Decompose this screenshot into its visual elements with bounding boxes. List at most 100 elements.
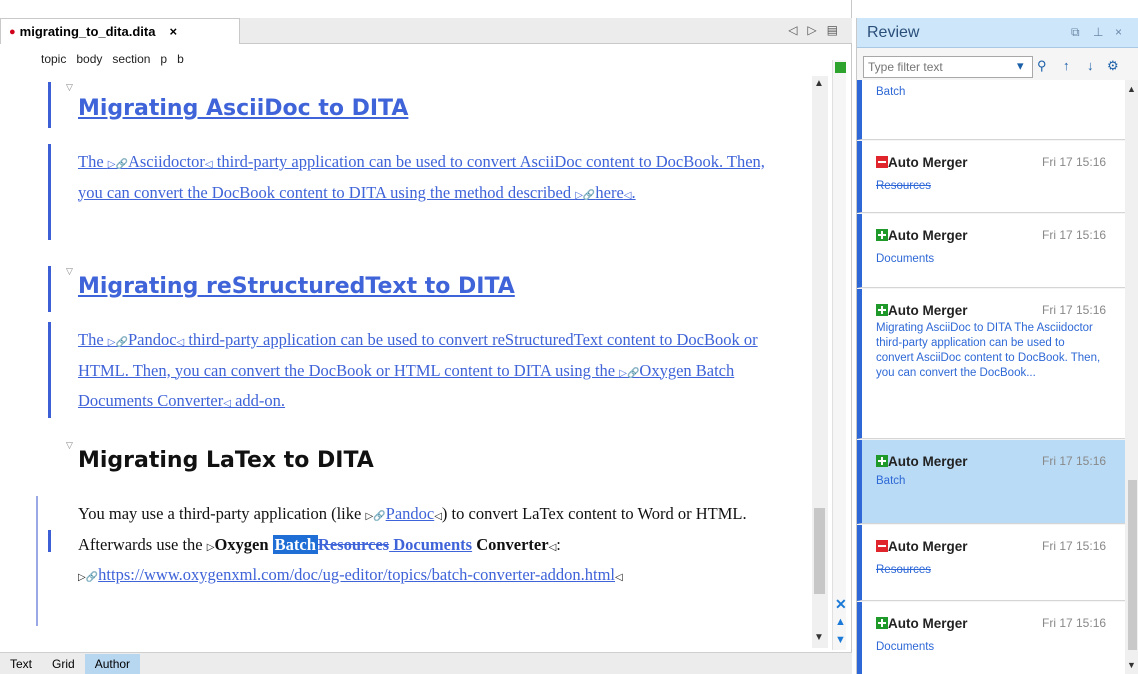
change-timestamp: Fri 17 15:16 (1042, 616, 1107, 630)
change-timestamp: Fri 17 15:16 (1042, 454, 1107, 468)
restore-icon[interactable]: ⧉ (1071, 25, 1080, 40)
url-link[interactable]: https://www.oxygenxml.com/doc/ug-editor/… (98, 565, 615, 584)
scroll-thumb[interactable] (1128, 480, 1137, 650)
xref-link[interactable]: Pandoc (386, 504, 435, 523)
previous-tab-icon[interactable]: ◁ (788, 23, 797, 37)
tab-text-mode[interactable]: Text (0, 654, 42, 674)
search-icon[interactable]: ⚲ (1037, 58, 1047, 74)
review-scrollbar[interactable]: ▲ ▼ (1125, 80, 1138, 674)
section-paragraph: The ▷🔗Asciidoctor◁ third-party applicati… (78, 152, 765, 202)
inserted-text[interactable]: Documents (389, 535, 472, 554)
change-author: Auto Merger (888, 303, 968, 318)
tab-list-icon[interactable]: ▤ (827, 23, 838, 37)
scroll-up-icon[interactable]: ▲ (1127, 84, 1136, 94)
pin-icon[interactable]: ⊥ (1093, 25, 1103, 39)
scroll-down-icon[interactable]: ▼ (814, 632, 824, 643)
list-item[interactable]: Auto Merger Fri 17 15:16 Documents (857, 214, 1125, 288)
change-author: Auto Merger (888, 155, 968, 170)
section-heading: Migrating AsciiDoc to DITA (78, 96, 409, 121)
change-author: Auto Merger (888, 539, 968, 554)
section-paragraph: The ▷🔗Pandoc◁ third-party application ca… (78, 330, 758, 410)
previous-change-icon[interactable]: ▲ (835, 616, 846, 628)
selected-inserted-text[interactable]: Batch (272, 534, 318, 554)
breadcrumb-item-section[interactable]: section (112, 52, 150, 66)
breadcrumb-item-p[interactable]: p (160, 52, 167, 66)
collapse-triangle-icon[interactable]: ▽ (66, 266, 73, 277)
xref-link[interactable]: Pandoc (128, 330, 177, 349)
review-header: Review ⧉ ⊥ × (857, 18, 1138, 48)
filter-input[interactable] (863, 56, 1033, 78)
section-paragraph: You may use a third-party application (l… (78, 504, 747, 584)
next-change-arrow-icon[interactable]: ↓ (1087, 58, 1094, 73)
collapse-triangle-icon[interactable]: ▽ (66, 82, 73, 93)
change-bar (48, 144, 51, 240)
review-panel: Review ⧉ ⊥ × ▾ ⚲ ↑ ↓ ⚙ Batch Auto Merger… (856, 18, 1138, 674)
close-tab-icon[interactable]: × (169, 24, 177, 39)
change-bar (48, 266, 51, 312)
editor-tab-bar: ● migrating_to_dita.dita × ◁ ▷ ▤ (0, 18, 852, 44)
close-icon[interactable]: × (1115, 25, 1122, 39)
deleted-text[interactable]: Resources (318, 535, 389, 554)
list-item[interactable]: Auto Merger Fri 17 15:16 Resources (857, 141, 1125, 213)
list-item[interactable]: Auto Merger Fri 17 15:16 Migrating Ascii… (857, 289, 1125, 439)
xref-marker-icon: ▷🔗 (78, 572, 99, 583)
tab-grid-mode[interactable]: Grid (42, 654, 85, 674)
editing-mode-tabs: Text Grid Author (0, 652, 852, 674)
change-content: Documents (876, 641, 935, 653)
xref-marker-icon: ▷🔗 (575, 189, 596, 201)
change-bar (36, 496, 38, 626)
editor-vertical-scrollbar[interactable]: ▲ ▼ (812, 76, 828, 648)
list-item[interactable]: Batch (857, 80, 1125, 140)
change-content: Migrating AsciiDoc to DITA The Asciidoct… (876, 322, 1101, 379)
change-bar (48, 322, 51, 418)
insertion-icon (876, 304, 888, 316)
bold-text: Oxygen (214, 534, 273, 554)
deletion-icon (876, 156, 888, 168)
change-author: Auto Merger (888, 228, 968, 243)
breadcrumb-item-topic[interactable]: topic (41, 52, 66, 66)
tab-navigation: ◁ ▷ ▤ (788, 23, 838, 37)
collapse-triangle-icon[interactable]: ▽ (66, 440, 73, 451)
next-change-icon[interactable]: ▼ (835, 634, 846, 646)
scroll-thumb[interactable] (814, 508, 825, 594)
change-content: Resources (876, 564, 931, 576)
next-tab-icon[interactable]: ▷ (807, 23, 816, 37)
review-change-list: Batch Auto Merger Fri 17 15:16 Resources… (857, 80, 1125, 674)
list-item[interactable]: Auto Merger Fri 17 15:16 Resources (857, 525, 1125, 601)
change-author: Auto Merger (888, 454, 968, 469)
insertion-icon (876, 229, 888, 241)
document-status-icon (835, 62, 846, 73)
reject-change-icon[interactable]: ✕ (835, 596, 847, 613)
bold-text: Converter (472, 534, 549, 554)
xref-link[interactable]: here (595, 183, 623, 202)
tab-author-mode[interactable]: Author (84, 653, 141, 674)
section-heading: Migrating reStructuredText to DITA (78, 274, 515, 299)
breadcrumb-item-body[interactable]: body (76, 52, 102, 66)
change-timestamp: Fri 17 15:16 (1042, 155, 1107, 169)
document-tab[interactable]: ● migrating_to_dita.dita × (0, 18, 240, 44)
section-heading: Migrating LaTex to DITA (78, 448, 374, 473)
scroll-up-icon[interactable]: ▲ (814, 78, 824, 89)
document-tab-label: migrating_to_dita.dita (19, 24, 156, 39)
change-author: Auto Merger (888, 616, 968, 631)
breadcrumb-item-b[interactable]: b (177, 52, 184, 66)
review-title: Review (867, 24, 920, 41)
previous-change-arrow-icon[interactable]: ↑ (1063, 58, 1070, 73)
change-timestamp: Fri 17 15:16 (1042, 539, 1107, 553)
list-item[interactable]: Auto Merger Fri 17 15:16 Documents (857, 602, 1125, 674)
change-bar (48, 82, 51, 128)
list-item-selected[interactable]: Auto Merger Fri 17 15:16 Batch (857, 440, 1125, 524)
settings-gear-icon[interactable]: ⚙ (1107, 58, 1119, 74)
scroll-down-icon[interactable]: ▼ (1127, 660, 1136, 670)
xref-marker-icon: ▷🔗 (107, 337, 128, 348)
change-timestamp: Fri 17 15:16 (1042, 228, 1107, 242)
xref-marker-icon: ▷🔗 (107, 159, 128, 170)
change-bar (48, 530, 51, 552)
breadcrumb: topic body section p b (0, 48, 840, 70)
xref-marker-icon: ▷🔗 (619, 367, 640, 379)
filter-dropdown-icon[interactable]: ▾ (1017, 58, 1024, 74)
overview-ruler: ✕ ▲ ▼ (832, 60, 847, 650)
change-content: Resources (876, 180, 931, 192)
document-content[interactable]: ▽ Migrating AsciiDoc to DITA The ▷🔗Ascii… (0, 76, 812, 636)
xref-link[interactable]: Asciidoctor (128, 152, 205, 171)
